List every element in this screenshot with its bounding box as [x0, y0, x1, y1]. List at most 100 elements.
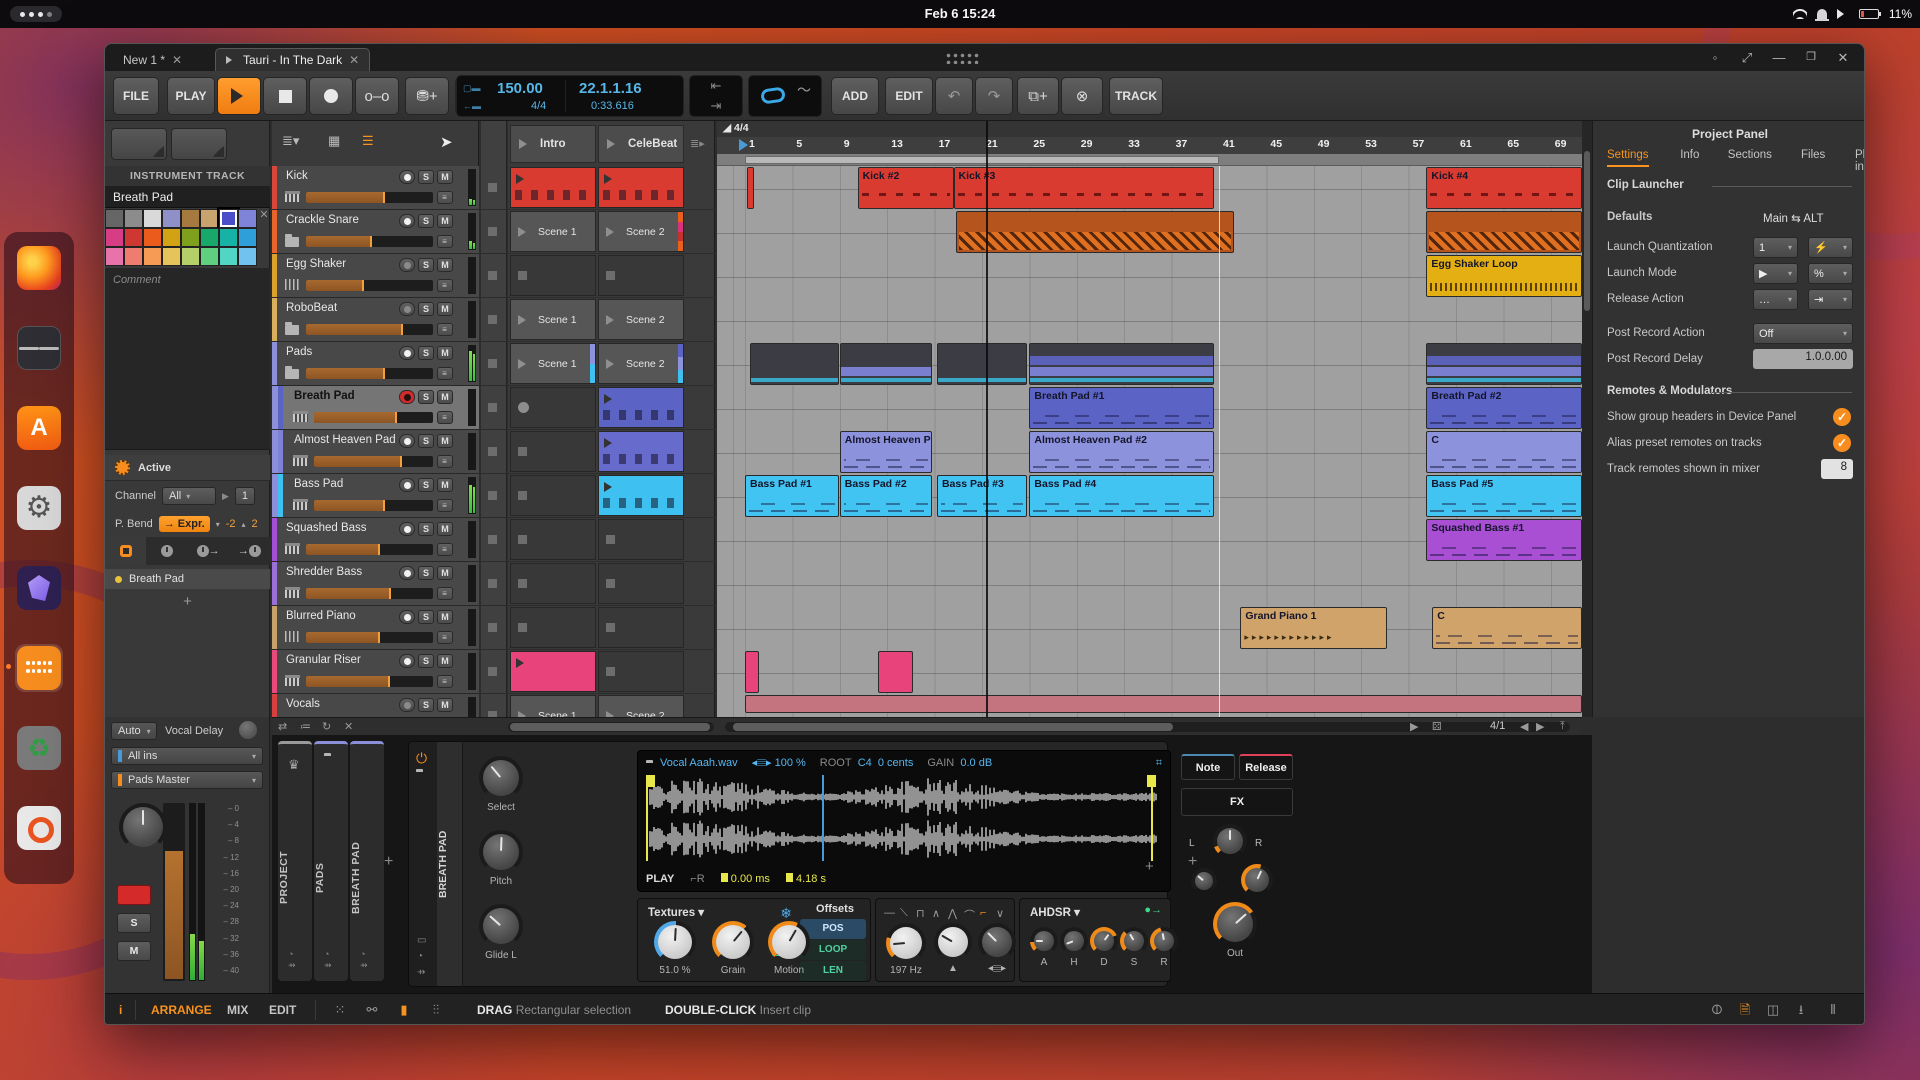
color-swatch[interactable] [124, 247, 143, 266]
duplicate-button[interactable]: ⧉+ [1017, 77, 1059, 115]
sliders-icon[interactable]: ⫶⫶ [427, 1001, 445, 1019]
timesig-value[interactable]: 4/4 [531, 100, 546, 112]
cents-value[interactable]: 0 cents [878, 757, 913, 769]
start-time[interactable]: 0.00 ms [721, 873, 770, 885]
tab-info[interactable]: Info [1680, 149, 1699, 165]
stop-slot[interactable] [481, 430, 507, 474]
snap-grid-icon[interactable]: ⚄ [1432, 720, 1442, 733]
color-swatch[interactable] [238, 209, 257, 228]
mute-button[interactable]: M [437, 566, 453, 580]
scene-menu-icon[interactable]: ≣▸ [690, 137, 705, 150]
◂𝄙▸-knob[interactable]: ◂𝄙▸ [970, 923, 1024, 974]
snap-icon[interactable]: ⁙ [331, 1001, 349, 1019]
color-swatch[interactable] [105, 209, 124, 228]
comment-field[interactable]: Comment [105, 268, 270, 450]
arranger-clip[interactable]: Squashed Bass #1 [1426, 519, 1581, 561]
clip-slot[interactable] [510, 255, 596, 296]
launcher-hscrollbar[interactable] [508, 722, 714, 732]
track-row[interactable]: KickSM≡ [272, 166, 479, 210]
solo-button[interactable]: S [418, 346, 434, 360]
dock-terminal[interactable] [15, 324, 63, 372]
mode-mix[interactable]: MIX [227, 1003, 248, 1017]
swap-icon[interactable]: ⇆ [1791, 213, 1801, 225]
arranger-clip[interactable] [1426, 343, 1581, 385]
filter-type-icon[interactable]: ⋀ [948, 907, 957, 920]
Pitch-knob[interactable]: Pitch [471, 830, 531, 887]
delete-button[interactable]: ⊗ [1061, 77, 1103, 115]
Select-knob[interactable]: Select [471, 756, 531, 813]
sample-zoom[interactable]: ◂𝄙▸ 100 % [752, 756, 806, 770]
checkbox-checked[interactable]: ✓ [1833, 408, 1851, 426]
env-output-icon[interactable]: ●→ [1144, 904, 1162, 916]
color-swatch[interactable] [124, 228, 143, 247]
send-knob[interactable] [239, 721, 257, 739]
mute-button[interactable]: M [437, 478, 453, 492]
color-swatch[interactable] [162, 209, 181, 228]
solo-button[interactable]: S [418, 258, 434, 272]
color-swatch[interactable] [181, 228, 200, 247]
volume-bar[interactable] [306, 368, 433, 379]
record-arm-button[interactable] [399, 610, 415, 624]
record-arm-button[interactable] [399, 698, 415, 712]
record-arm-button[interactable] [399, 390, 415, 404]
track-row[interactable]: Bass PadSM≡ [272, 474, 479, 518]
track-menu-icon[interactable]: ≡ [437, 279, 453, 292]
arranger-clip[interactable]: Bass Pad #4 [1029, 475, 1214, 517]
dock-ubuntu[interactable] [15, 804, 63, 852]
clip-slot[interactable]: Scene 1 [510, 299, 596, 340]
position-value[interactable]: 22.1.1.16 [579, 80, 642, 97]
punch-buttons[interactable]: ⇤⇥ [689, 75, 743, 117]
mute-button[interactable]: M [437, 654, 453, 668]
clip-play-icon[interactable] [516, 658, 529, 668]
mute-button[interactable]: M [117, 941, 151, 961]
device-name-strip[interactable]: BREATH PAD [437, 742, 463, 986]
loop-region-band[interactable] [717, 154, 1582, 166]
link-icon[interactable]: ⚯ [363, 1001, 381, 1019]
dock-trash[interactable]: ♻ [15, 724, 63, 772]
stop-slot[interactable] [481, 606, 507, 650]
channel-select[interactable]: All▾ [162, 487, 216, 505]
loop-toggle-icon[interactable]: ↻ [322, 720, 331, 733]
stop-slot[interactable] [481, 342, 507, 386]
clip-play-icon[interactable] [518, 359, 531, 369]
color-swatch[interactable] [219, 209, 238, 228]
clip-icon[interactable]: ▮ [395, 1001, 413, 1019]
clip-slot[interactable]: Scene 2 [598, 299, 684, 340]
track-menu-icon[interactable]: ≡ [437, 675, 453, 688]
stop-slot[interactable] [481, 474, 507, 518]
download-icon[interactable]: ⭳ [1792, 1001, 1810, 1019]
arranger-clip[interactable] [745, 695, 1582, 713]
solo-button[interactable]: S [418, 522, 434, 536]
browser-file-icon[interactable]: 🗎 [1736, 1001, 1754, 1019]
color-swatch[interactable] [162, 247, 181, 266]
tab-clock-in[interactable]: → [229, 537, 270, 565]
clip-slot[interactable] [598, 255, 684, 296]
clip-slot[interactable] [510, 519, 596, 560]
routing-icon[interactable]: ⇸ [417, 967, 425, 978]
auto-select[interactable]: Auto▾ [111, 722, 157, 740]
tempo-value[interactable]: 150.00 [497, 80, 543, 97]
clip-slot[interactable] [598, 519, 684, 560]
zoom-in-icon[interactable]: ▶ [1536, 720, 1544, 733]
clip-slot[interactable] [510, 651, 596, 692]
system-clock[interactable]: Feb 6 15:24 [0, 0, 1920, 28]
tab-files[interactable]: Files [1801, 149, 1825, 165]
clip-play-icon[interactable] [518, 315, 531, 325]
groove-button[interactable]: ⛃+ [405, 77, 449, 115]
R-knob[interactable]: R [1142, 927, 1186, 968]
clip-slot[interactable] [598, 607, 684, 648]
knob-knob[interactable] [1233, 864, 1281, 896]
checkbox-checked[interactable]: ✓ [1833, 434, 1851, 452]
play-button[interactable] [217, 77, 261, 115]
clip-play-icon[interactable] [516, 174, 529, 184]
color-swatch[interactable] [181, 247, 200, 266]
arranger-clip[interactable]: Kick #3 [954, 167, 1215, 209]
volume-bar[interactable] [306, 632, 433, 643]
filter-type-icon[interactable]: ⊓ [916, 907, 925, 920]
active-toggle[interactable]: Active [105, 455, 270, 481]
color-swatch[interactable] [105, 247, 124, 266]
color-swatch[interactable] [143, 228, 162, 247]
Grain-knob[interactable]: Grain [704, 921, 762, 976]
filter-type-icon[interactable]: ⌐ [980, 907, 986, 919]
clip-slot[interactable]: Scene 1 [510, 211, 596, 252]
